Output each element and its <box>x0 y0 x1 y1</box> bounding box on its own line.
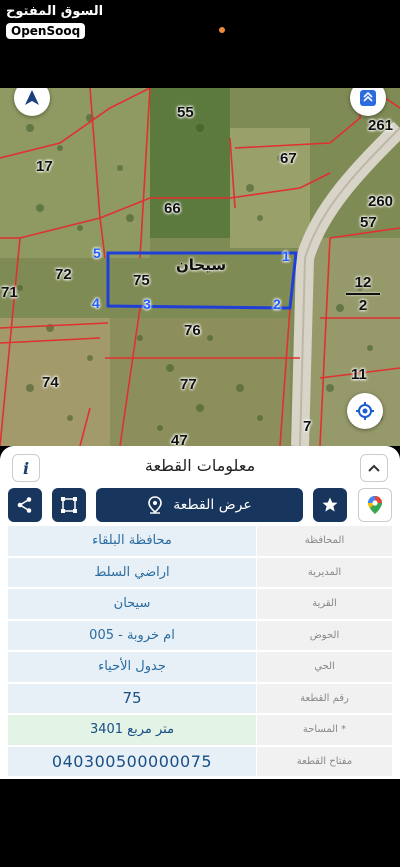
directorate-value: اراضي السلط <box>8 557 256 587</box>
row-basin: ام خروبة - 005 الحوض <box>8 620 392 652</box>
parcel-number: 75 <box>133 272 150 289</box>
parcel-number: 76 <box>184 322 201 339</box>
parcel-key-label: مفتاح القطعة <box>257 746 392 776</box>
show-parcel-button[interactable]: عرض القطعة <box>96 488 303 522</box>
governorate-label: المحافظة <box>257 526 392 556</box>
parcel-number: 260 <box>368 193 394 210</box>
neighborhood-value: جدول الأحياء <box>8 652 256 682</box>
parcel-number: 47 <box>171 432 188 446</box>
directorate-label: المديرية <box>257 557 392 587</box>
area-value: 3401 متر مربع <box>8 715 256 745</box>
fraction-top: 12 <box>354 274 372 291</box>
parcel-number: 67 <box>280 150 297 167</box>
basin-label: الحوض <box>257 620 392 650</box>
row-parcel-key: 040300500000075 مفتاح القطعة <box>8 746 392 778</box>
vertex-label: 3 <box>143 296 151 312</box>
polygon-shape-icon <box>61 497 77 513</box>
fraction-bar <box>346 293 380 295</box>
parcel-number: 57 <box>360 214 377 231</box>
vertex-label: 5 <box>93 245 101 261</box>
google-maps-pin-icon <box>368 496 382 514</box>
camera-indicator-icon <box>219 27 225 33</box>
brand-latin: OpenSooq <box>6 23 86 39</box>
parcel-number: 72 <box>55 266 72 283</box>
parcel-number: 77 <box>180 376 197 393</box>
parcel-number: 11 <box>351 366 367 383</box>
vertex-label: 2 <box>273 296 281 312</box>
action-toolbar: عرض القطعة <box>8 488 392 522</box>
village-value: سيحان <box>8 589 256 619</box>
satellite-map[interactable]: 55 261 17 67 66 260 57 72 75 71 76 74 77… <box>0 88 400 446</box>
star-icon <box>322 497 338 512</box>
share-icon <box>17 497 32 513</box>
parcel-number: 261 <box>368 117 394 134</box>
navigation-arrow-icon <box>25 90 39 105</box>
show-parcel-label: عرض القطعة <box>173 497 252 513</box>
chevron-up-icon <box>368 464 380 472</box>
row-village: سيحان القرية <box>8 589 392 621</box>
neighborhood-label: الحي <box>257 652 392 682</box>
vertex-label: 4 <box>92 295 100 311</box>
fraction-bottom: 2 <box>358 297 368 314</box>
parcel-fraction-label: 12 2 <box>346 274 380 314</box>
parcel-info-sheet: i معلومات القطعة عرض القطعة محافظة البلق… <box>0 446 400 779</box>
area-label: المساحة * <box>257 715 392 745</box>
row-area: 3401 متر مربع المساحة * <box>8 715 392 747</box>
sheet-header: i معلومات القطعة <box>0 446 400 486</box>
row-neighborhood: جدول الأحياء الحي <box>8 652 392 684</box>
sheet-title: معلومات القطعة <box>144 456 256 475</box>
parcel-key-value[interactable]: 040300500000075 <box>8 746 256 776</box>
selected-parcel-name: سيحان <box>176 256 227 274</box>
locate-me-button[interactable] <box>347 393 383 429</box>
google-maps-button[interactable] <box>358 488 392 522</box>
map-layers-icon <box>360 90 376 106</box>
parcel-number: 71 <box>1 284 18 301</box>
parcel-number: 7 <box>303 418 312 435</box>
basin-value: ام خروبة - 005 <box>8 620 256 650</box>
parcel-number: 55 <box>177 104 194 121</box>
parcel-details-table: محافظة البلقاء المحافظة اراضي السلط المد… <box>8 526 392 778</box>
favorite-button[interactable] <box>313 488 347 522</box>
opensooq-logo: السوق المفتوح OpenSooq <box>6 4 103 39</box>
vertex-label: 1 <box>282 248 290 264</box>
collapse-button[interactable] <box>360 454 388 482</box>
crosshair-locate-icon <box>356 402 374 420</box>
parcel-number: 66 <box>164 200 181 217</box>
row-parcel-number: 75 رقم القطعة <box>8 683 392 715</box>
row-directorate: اراضي السلط المديرية <box>8 557 392 589</box>
village-label: القرية <box>257 589 392 619</box>
brand-arabic: السوق المفتوح <box>6 4 104 19</box>
location-pin-icon <box>148 496 163 514</box>
parcel-number: 74 <box>42 374 59 391</box>
share-button[interactable] <box>8 488 42 522</box>
parcel-number-value: 75 <box>8 683 256 713</box>
polygon-draw-button[interactable] <box>52 488 86 522</box>
parcel-number: 17 <box>36 158 53 175</box>
parcel-number-label: رقم القطعة <box>257 683 392 713</box>
governorate-value: محافظة البلقاء <box>8 526 256 556</box>
row-governorate: محافظة البلقاء المحافظة <box>8 526 392 558</box>
